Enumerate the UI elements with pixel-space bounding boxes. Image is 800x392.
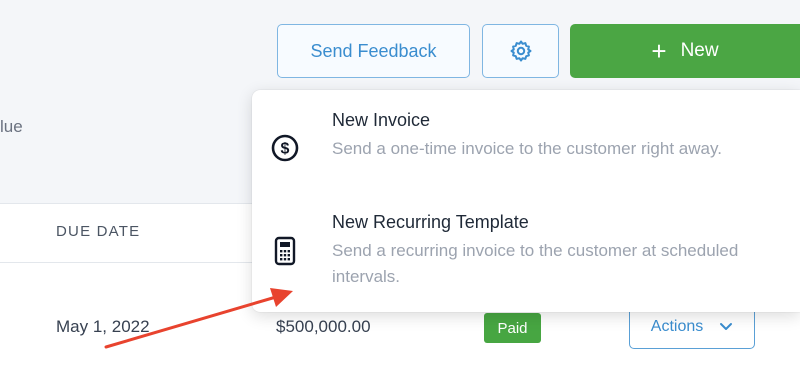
- annotation-arrow-icon: [104, 288, 293, 349]
